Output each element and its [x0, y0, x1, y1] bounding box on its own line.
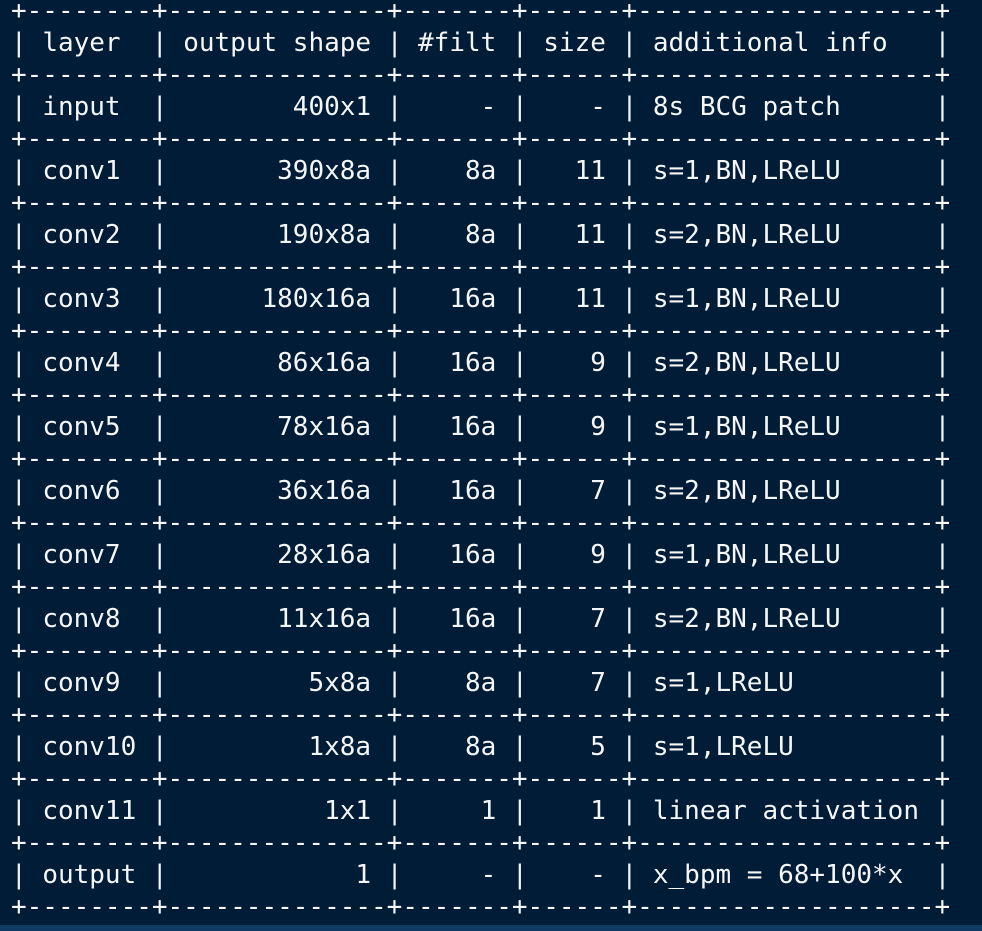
table-cell: 9: [590, 540, 606, 570]
table-separator: +--------+--------------+-------+------+…: [11, 700, 951, 730]
table-cell: 8a: [465, 220, 497, 250]
table-cell: -: [590, 860, 606, 890]
table-cell: input: [42, 92, 121, 122]
table-cell: 16a: [449, 540, 497, 570]
terminal-bottom-strip: [0, 925, 982, 931]
table-cell: 5: [590, 732, 606, 762]
table-separator: +--------+--------------+-------+------+…: [11, 444, 951, 474]
table-separator: +--------+--------------+-------+------+…: [11, 572, 951, 602]
table-cell: 7: [590, 604, 606, 634]
table-separator: +--------+--------------+-------+------+…: [11, 124, 951, 154]
table-separator: +--------+--------------+-------+------+…: [11, 508, 951, 538]
table-cell: conv4: [42, 348, 121, 378]
table-cell: 28x16a: [277, 540, 372, 570]
table-cell: s=1,BN,LReLU: [652, 156, 841, 186]
table-separator: +--------+--------------+-------+------+…: [11, 316, 951, 346]
table-cell: conv10: [42, 732, 137, 762]
table-separator: +--------+--------------+-------+------+…: [11, 60, 951, 90]
table-cell: 7: [590, 668, 606, 698]
table-cell: output: [42, 860, 137, 890]
table-cell: linear activation: [652, 796, 919, 826]
table-cell: conv5: [42, 412, 121, 442]
table-cell: 9: [590, 412, 606, 442]
table-cell: 8a: [465, 156, 497, 186]
table-cell: 1x1: [324, 796, 372, 826]
ascii-table: +--------+--------------+-------+------+…: [11, 0, 950, 923]
table-cell: conv6: [42, 476, 121, 506]
table-separator: +--------+--------------+-------+------+…: [11, 892, 951, 922]
table-cell: 1: [590, 796, 606, 826]
table-cell: 190x8a: [277, 220, 372, 250]
table-cell: 1x8a: [308, 732, 372, 762]
table-cell: -: [480, 860, 497, 890]
table-cell: s=2,BN,LReLU: [652, 476, 841, 506]
table-cell: 8s BCG patch: [652, 92, 841, 122]
table-cell: conv1: [42, 156, 121, 186]
table-cell: 11: [574, 220, 606, 250]
column-header: layer: [42, 28, 121, 58]
table-cell: s=1,LReLU: [652, 732, 794, 762]
table-separator: +--------+--------------+-------+------+…: [11, 380, 951, 410]
table-separator: +--------+--------------+-------+------+…: [11, 828, 951, 858]
table-cell: conv9: [42, 668, 121, 698]
table-cell: 11x16a: [277, 604, 372, 634]
table-cell: 7: [590, 476, 606, 506]
column-header: additional info: [652, 28, 888, 58]
table-cell: 16a: [449, 476, 497, 506]
column-header: output shape: [183, 28, 372, 58]
table-cell: 8a: [465, 668, 497, 698]
table-cell: 16a: [449, 412, 497, 442]
table-cell: s=2,BN,LReLU: [652, 220, 841, 250]
table-cell: 400x1: [292, 92, 372, 122]
table-cell: 86x16a: [277, 348, 372, 378]
table-cell: s=2,BN,LReLU: [652, 348, 841, 378]
table-cell: 9: [590, 348, 606, 378]
table-cell: conv2: [42, 220, 121, 250]
table-cell: conv7: [42, 540, 121, 570]
table-cell: 11: [574, 156, 606, 186]
table-cell: -: [480, 92, 497, 122]
table-cell: 180x16a: [261, 284, 372, 314]
table-cell: -: [590, 92, 606, 122]
table-cell: s=1,LReLU: [652, 668, 794, 698]
table-cell: 1: [480, 796, 497, 826]
table-cell: 11: [574, 284, 606, 314]
column-header: size: [543, 28, 606, 58]
table-cell: s=1,BN,LReLU: [652, 540, 841, 570]
table-separator: +--------+--------------+-------+------+…: [11, 252, 951, 282]
table-cell: conv11: [42, 796, 137, 826]
table-cell: 16a: [449, 348, 497, 378]
table-cell: 36x16a: [277, 476, 372, 506]
table-cell: x_bpm = 68+100*x: [652, 860, 904, 890]
table-cell: s=1,BN,LReLU: [652, 284, 841, 314]
table-cell: 16a: [449, 284, 497, 314]
column-header: #filt: [418, 28, 497, 58]
table-cell: 390x8a: [277, 156, 372, 186]
table-cell: s=2,BN,LReLU: [652, 604, 841, 634]
table-cell: 16a: [449, 604, 497, 634]
table-separator: +--------+--------------+-------+------+…: [11, 764, 951, 794]
table-cell: 78x16a: [277, 412, 372, 442]
table-cell: conv8: [42, 604, 121, 634]
table-separator: +--------+--------------+-------+------+…: [11, 0, 951, 26]
table-cell: 8a: [465, 732, 497, 762]
table-cell: s=1,BN,LReLU: [652, 412, 841, 442]
table-cell: 1: [355, 860, 372, 890]
table-separator: +--------+--------------+-------+------+…: [11, 188, 951, 218]
table-cell: 5x8a: [308, 668, 372, 698]
table-cell: conv3: [42, 284, 121, 314]
table-separator: +--------+--------------+-------+------+…: [11, 636, 951, 666]
terminal-window[interactable]: +--------+--------------+-------+------+…: [0, 0, 982, 931]
